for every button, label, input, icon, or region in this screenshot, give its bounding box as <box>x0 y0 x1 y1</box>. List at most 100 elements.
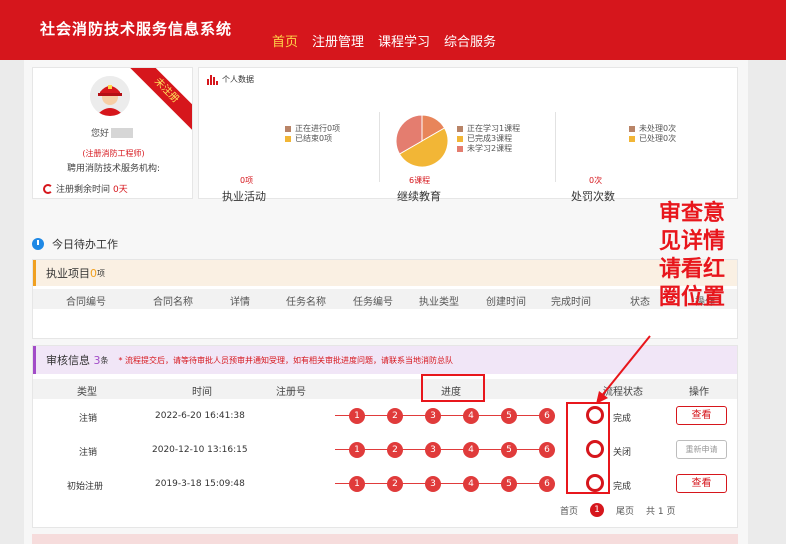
step-dot: 5 <box>501 476 517 492</box>
step-dot: 3 <box>425 408 441 424</box>
review-info-header: 审核信息 3条 * 流程提交后，请等待审批人员预审并通知受理，如有相关审批进度问… <box>33 346 737 374</box>
penalty-label: 处罚次数 <box>571 190 615 203</box>
org-label: 聘用消防技术服务机构: <box>66 164 161 174</box>
step-dot: 4 <box>463 408 479 424</box>
step-dot: 1 <box>349 408 365 424</box>
role-label: (注册消防工程师) <box>82 149 145 158</box>
projects-table-header: 合同编号 合同名称 详情 任务名称 任务编号 执业类型 创建时间 完成时间 状态… <box>33 289 737 309</box>
personal-stats-card: 个人数据 正在进行0项 已结束0项 0项 执业活动 正在学习1课程 已完成3课程… <box>198 67 738 203</box>
col-practice-type: 执业类型 <box>419 297 459 308</box>
review-table-header: 类型 时间 注册号 进度 流程状态 操作 <box>33 379 737 399</box>
legend-swatch <box>285 136 291 142</box>
penalty-value: 0次 <box>589 176 603 185</box>
col-task-no: 任务编号 <box>353 297 393 308</box>
stats-title: 个人数据 <box>207 74 254 85</box>
education-label: 继续教育 <box>397 190 441 203</box>
row-type: 注销 <box>79 448 98 458</box>
progress-steps: 1 2 3 4 5 6 <box>335 475 575 493</box>
col-time: 时间 <box>192 387 212 398</box>
legend-swatch <box>457 136 463 142</box>
first-page-link[interactable]: 首页 <box>560 504 578 517</box>
row-time: 2019-3-18 15:09:48 <box>155 479 245 489</box>
last-page-link[interactable]: 尾页 <box>616 504 634 517</box>
step-dot: 4 <box>463 476 479 492</box>
table-row: 注销 2020-12-10 13:16:15 1 2 3 4 5 6 关闭 重新… <box>33 435 737 465</box>
col-detail: 详情 <box>230 297 250 308</box>
step-dot: 2 <box>387 476 403 492</box>
row-time: 2020-12-10 13:16:15 <box>152 445 248 455</box>
reapply-button[interactable]: 重新申请 <box>676 440 727 459</box>
bottom-section-edge <box>32 534 738 544</box>
col-contract-name: 合同名称 <box>153 297 193 308</box>
nav-registration[interactable]: 注册管理 <box>312 31 364 50</box>
progress-line <box>335 483 555 484</box>
bar-chart-icon <box>207 75 218 85</box>
avatar <box>90 76 130 116</box>
todo-title: 今日待办工作 <box>32 236 118 252</box>
row-status: 完成 <box>613 414 632 424</box>
col-flow-status: 流程状态 <box>603 387 643 398</box>
row-time: 2022-6-20 16:41:38 <box>155 411 245 421</box>
row-status: 关闭 <box>613 448 632 458</box>
pagination: 首页 1 尾页 共 1 页 <box>560 503 675 517</box>
legend-swatch <box>285 126 291 132</box>
main-nav: 首页 注册管理 课程学习 综合服务 <box>272 31 496 50</box>
legend-swatch <box>629 126 635 132</box>
col-operation: 操作 <box>689 387 709 398</box>
table-row: 注销 2022-6-20 16:41:38 1 2 3 4 5 6 完成 查看 <box>33 401 737 431</box>
stats-divider <box>555 112 556 182</box>
step-dot: 1 <box>349 442 365 458</box>
remaining-time: 注册剩余时间 0天 <box>43 182 128 195</box>
progress-line <box>335 415 555 416</box>
name-mask <box>111 127 134 138</box>
circle-highlight-box <box>566 402 610 494</box>
step-dot: 2 <box>387 442 403 458</box>
table-row: 初始注册 2019-3-18 15:09:48 1 2 3 4 5 6 完成 查… <box>33 469 737 499</box>
stats-divider <box>379 112 380 182</box>
step-dot: 5 <box>501 408 517 424</box>
col-reg-no: 注册号 <box>276 387 306 398</box>
education-value: 6课程 <box>409 176 431 185</box>
col-finished: 完成时间 <box>551 297 591 308</box>
system-title: 社会消防技术服务信息系统 <box>40 20 233 38</box>
step-dot: 6 <box>539 408 555 424</box>
nav-services[interactable]: 综合服务 <box>444 31 496 50</box>
education-pie-chart <box>395 114 449 168</box>
nav-home[interactable]: 首页 <box>272 31 298 50</box>
education-legend: 正在学习1课程 已完成3课程 未学习2课程 <box>457 124 520 154</box>
progress-steps: 1 2 3 4 5 6 <box>335 407 575 425</box>
step-dot: 6 <box>539 442 555 458</box>
nav-courses[interactable]: 课程学习 <box>378 31 430 50</box>
step-dot: 5 <box>501 442 517 458</box>
alarm-clock-icon <box>32 238 44 250</box>
view-button[interactable]: 查看 <box>676 406 727 425</box>
col-task-name: 任务名称 <box>286 297 326 308</box>
legend-swatch <box>629 136 635 142</box>
practice-projects-section: 执业项目 0 项 合同编号 合同名称 详情 任务名称 任务编号 执业类型 创建时间 … <box>32 259 738 339</box>
annotation-text: 审查意 见详情 请看红 圈位置 <box>658 201 725 310</box>
progress-highlight-box <box>421 374 485 402</box>
step-dot: 3 <box>425 442 441 458</box>
row-status: 完成 <box>613 482 632 492</box>
top-header: 社会消防技术服务信息系统 首页 注册管理 课程学习 综合服务 <box>0 0 786 60</box>
practice-legend: 正在进行0项 已结束0项 <box>285 124 340 144</box>
step-dot: 4 <box>463 442 479 458</box>
unregistered-ribbon: 未注册 <box>125 68 192 132</box>
col-created: 创建时间 <box>486 297 526 308</box>
total-pages: 共 1 页 <box>646 506 676 517</box>
profile-card: 未注册 您好 (注册消防工程师) 聘用消防技术服务机构: 注册剩余时间 0天 <box>32 67 193 199</box>
review-notice: * 流程提交后，请等待审批人员预审并通知受理，如有相关审批进度问题，请联系当地消… <box>118 355 454 365</box>
view-button[interactable]: 查看 <box>676 474 727 493</box>
col-contract-no: 合同编号 <box>66 297 106 308</box>
progress-steps: 1 2 3 4 5 6 <box>335 441 575 459</box>
step-dot: 6 <box>539 476 555 492</box>
firefighter-avatar-icon <box>90 76 130 116</box>
col-type: 类型 <box>77 387 97 398</box>
practice-value: 0项 <box>240 176 254 185</box>
step-dot: 2 <box>387 408 403 424</box>
legend-swatch <box>457 146 463 152</box>
row-type: 注销 <box>79 414 98 424</box>
time-remaining-icon <box>43 183 53 194</box>
practice-projects-header: 执业项目 0 项 <box>33 260 737 286</box>
current-page[interactable]: 1 <box>590 503 605 517</box>
